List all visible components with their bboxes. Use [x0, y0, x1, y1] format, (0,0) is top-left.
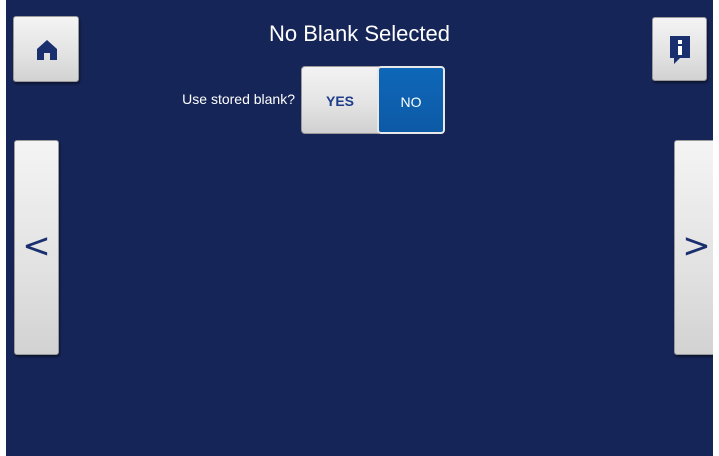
previous-button[interactable]: <: [14, 140, 59, 355]
info-icon: [670, 36, 690, 64]
no-button[interactable]: NO: [377, 66, 445, 134]
screen: No Blank Selected Use stored blank? YES …: [6, 0, 713, 456]
next-button[interactable]: >: [674, 140, 713, 355]
page-title: No Blank Selected: [269, 21, 450, 46]
stored-blank-toggle: YES NO: [301, 66, 445, 134]
chevron-left-icon: <: [22, 226, 51, 266]
chevron-right-icon: >: [682, 226, 711, 266]
stored-blank-prompt: Use stored blank?: [182, 91, 295, 107]
yes-button[interactable]: YES: [301, 66, 379, 134]
info-button[interactable]: [652, 17, 707, 81]
